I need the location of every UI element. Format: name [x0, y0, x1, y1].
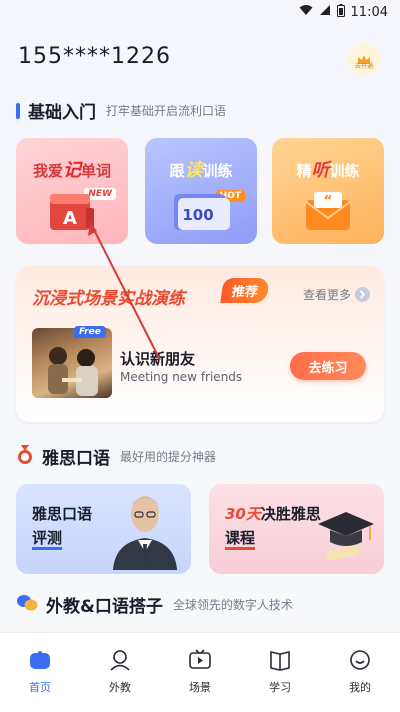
- practice-button[interactable]: 去练习: [290, 352, 366, 380]
- see-more-link[interactable]: 查看更多: [303, 286, 370, 303]
- section-ielts-subtitle: 最好用的提分神器: [120, 450, 217, 464]
- chevron-right-icon: [355, 287, 370, 302]
- profile-icon: [348, 649, 372, 675]
- vocab-card[interactable]: 我爱记单词 NEW A: [16, 138, 128, 244]
- status-time: 11:04: [350, 4, 388, 20]
- lesson-title-en: Meeting new friends: [120, 370, 243, 384]
- section-ielts-header: 雅思口语 最好用的提分神器: [16, 444, 216, 469]
- battery-icon: [336, 3, 345, 21]
- section-tutor-title: 外教&口语搭子: [46, 597, 163, 617]
- tab-tutor[interactable]: 外教: [90, 649, 150, 695]
- examiner-portrait: [105, 484, 185, 574]
- immersive-title: 沉浸式场景实战演练: [32, 289, 185, 309]
- vip-label: 去开通: [354, 63, 373, 70]
- graduation-cap-icon: [312, 504, 378, 568]
- quote-envelope-icon: “: [298, 188, 358, 238]
- ielts-eval-card[interactable]: 雅思口语 评测: [16, 484, 191, 574]
- vocab-book-icon: A: [40, 188, 104, 238]
- section-basics-subtitle: 打牢基础开启流利口语: [106, 104, 227, 118]
- home-icon: [28, 649, 52, 675]
- tab-home-label: 首页: [29, 681, 51, 694]
- svg-text:“: “: [324, 194, 333, 209]
- listen-card-title: 精听训练: [296, 160, 360, 181]
- vip-button[interactable]: 去开通: [348, 44, 380, 76]
- wifi-icon: [299, 4, 313, 20]
- read-along-card[interactable]: 跟读训练 HOT 100: [145, 138, 257, 244]
- tab-home[interactable]: 首页: [10, 649, 70, 695]
- recommend-tag: 推荐: [220, 278, 270, 303]
- read-card-title: 跟读训练: [169, 160, 233, 181]
- ielts-course-label: 30天决胜雅思 课程: [225, 502, 321, 550]
- ielts-eval-label: 雅思口语 评测: [32, 502, 92, 550]
- vocab-card-title: 我爱记单词: [32, 160, 112, 181]
- tab-tutor-label: 外教: [109, 681, 131, 694]
- section-basics-title: 基础入门: [28, 103, 96, 123]
- svg-text:A: A: [63, 208, 77, 229]
- signal-icon: [319, 4, 331, 20]
- section-accent-bar: [16, 102, 20, 119]
- listening-card[interactable]: 精听训练 “: [272, 138, 384, 244]
- ielts-medal-icon: [16, 444, 34, 469]
- tab-scene[interactable]: 场景: [170, 649, 230, 695]
- tutor-icon: [108, 649, 132, 675]
- score-value: 100: [182, 206, 213, 224]
- lesson-thumbnail[interactable]: [32, 328, 112, 398]
- tab-study-label: 学习: [269, 681, 291, 694]
- ielts-course-card[interactable]: 30天决胜雅思 课程: [209, 484, 384, 574]
- tab-profile-label: 我的: [349, 681, 371, 694]
- score-board-icon: 100: [168, 188, 234, 238]
- bottom-tab-bar: 首页 外教 场景 学习 我的: [0, 632, 400, 712]
- chat-bubbles-icon: [16, 594, 38, 616]
- tab-scene-label: 场景: [189, 681, 211, 694]
- status-bar: 11:04: [0, 0, 400, 24]
- tab-profile[interactable]: 我的: [330, 649, 390, 695]
- book-icon: [268, 649, 292, 675]
- scene-icon: [188, 649, 212, 675]
- tab-study[interactable]: 学习: [250, 649, 310, 695]
- section-basics-header: 基础入门 打牢基础开启流利口语: [16, 98, 226, 123]
- crown-icon: [357, 50, 371, 64]
- section-tutor-header: 外教&口语搭子 全球领先的数字人技术: [16, 592, 293, 617]
- lesson-title-zh: 认识新朋友: [120, 350, 196, 368]
- user-phone: 155****1226: [18, 44, 171, 69]
- see-more-label: 查看更多: [302, 288, 351, 302]
- immersive-practice-card: 沉浸式场景实战演练 推荐 查看更多 Free 认识新朋友 Meeting new…: [16, 266, 384, 422]
- free-badge: Free: [74, 326, 106, 338]
- section-tutor-subtitle: 全球领先的数字人技术: [172, 598, 293, 612]
- section-ielts-title: 雅思口语: [42, 449, 110, 469]
